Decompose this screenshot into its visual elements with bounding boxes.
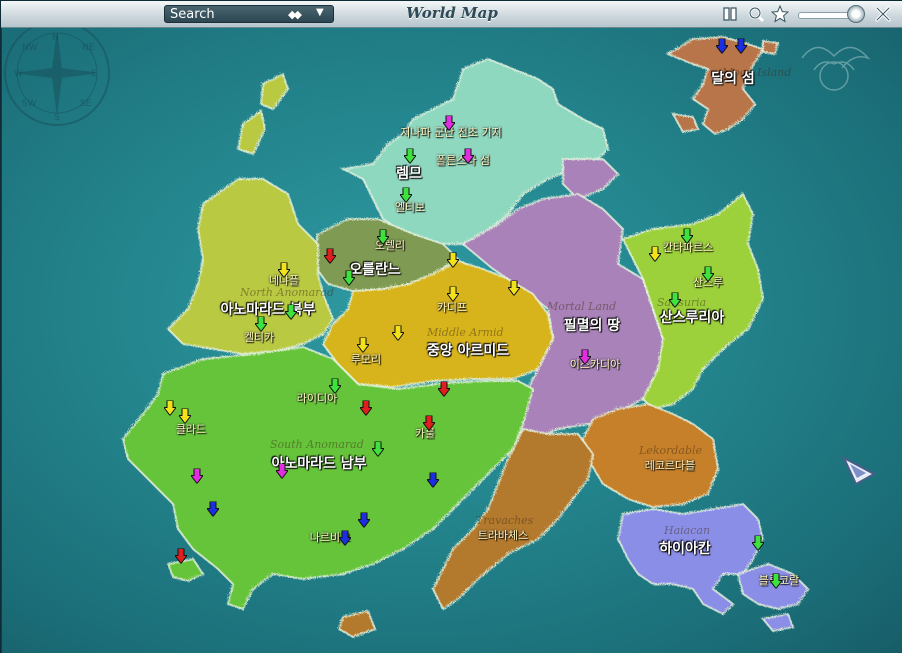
search-input[interactable]	[170, 7, 280, 22]
portal-arrow-icon[interactable]	[649, 246, 661, 262]
svg-text:Moon Island: Moon Island	[721, 66, 791, 79]
portal-arrow-icon[interactable]	[770, 573, 782, 589]
portal-arrow-icon[interactable]	[392, 325, 404, 341]
title-bar[interactable]: ◆◆ ▼ World Map	[1, 1, 902, 28]
portal-arrow-icon[interactable]	[438, 381, 450, 397]
svg-text:Lekordable: Lekordable	[638, 444, 703, 457]
svg-text:SE: SE	[80, 99, 92, 109]
world-map-canvas[interactable]: N NE E SE S SW W NW Moon Island North An…	[2, 28, 902, 653]
portal-arrow-icon[interactable]	[669, 292, 681, 308]
portal-arrow-icon[interactable]	[372, 441, 384, 457]
svg-text:NE: NE	[82, 43, 95, 53]
portal-arrow-icon[interactable]	[357, 337, 369, 353]
svg-text:South Anomarad: South Anomarad	[270, 438, 364, 451]
svg-text:Haiacan: Haiacan	[663, 524, 710, 537]
portal-arrow-icon[interactable]	[400, 187, 412, 203]
swap-arrows-icon[interactable]: ◆◆	[288, 8, 302, 21]
svg-text:SW: SW	[22, 99, 37, 109]
svg-text:S: S	[54, 113, 60, 123]
portal-arrow-icon[interactable]	[377, 229, 389, 245]
region-anomarad-north	[165, 177, 334, 355]
portal-arrow-icon[interactable]	[681, 228, 693, 244]
portal-arrow-icon[interactable]	[276, 463, 288, 479]
portal-arrow-icon[interactable]	[207, 501, 219, 517]
svg-text:Travaches: Travaches	[476, 514, 534, 527]
portal-arrow-icon[interactable]	[423, 415, 435, 431]
portal-arrow-icon[interactable]	[255, 316, 267, 332]
map-drag-handle-icon[interactable]	[842, 456, 876, 486]
zoom-slider-handle[interactable]	[847, 5, 865, 23]
svg-text:W: W	[14, 69, 23, 79]
star-icon[interactable]	[771, 5, 789, 23]
portal-arrow-icon[interactable]	[447, 252, 459, 268]
portal-arrow-icon[interactable]	[702, 266, 714, 282]
portal-arrow-icon[interactable]	[579, 349, 591, 365]
portal-arrow-icon[interactable]	[343, 270, 355, 286]
portal-arrow-icon[interactable]	[716, 38, 728, 54]
portal-arrow-icon[interactable]	[508, 280, 520, 296]
chevron-down-icon[interactable]: ▼	[316, 7, 324, 18]
svg-text:Middle Armid: Middle Armid	[426, 326, 504, 339]
portal-arrow-icon[interactable]	[360, 400, 372, 416]
portal-arrow-icon[interactable]	[329, 378, 341, 394]
world-map-window: ◆◆ ▼ World Map	[0, 0, 902, 653]
search-box[interactable]: ◆◆ ▼	[164, 5, 334, 23]
svg-text:N: N	[52, 33, 59, 43]
portal-arrow-icon[interactable]	[447, 286, 459, 302]
svg-text:North Anomarad: North Anomarad	[239, 286, 334, 299]
portal-arrow-icon[interactable]	[179, 408, 191, 424]
svg-text:Sansuria: Sansuria	[657, 296, 706, 309]
book-icon[interactable]	[721, 5, 739, 23]
portal-arrow-icon[interactable]	[752, 535, 764, 551]
portal-arrow-icon[interactable]	[175, 548, 187, 564]
portal-arrow-icon[interactable]	[462, 148, 474, 164]
svg-text:Mortal Land: Mortal Land	[546, 300, 616, 313]
svg-text:E: E	[91, 69, 97, 79]
portal-arrow-icon[interactable]	[278, 262, 290, 278]
portal-arrow-icon[interactable]	[285, 304, 297, 320]
portal-arrow-icon[interactable]	[164, 400, 176, 416]
portal-arrow-icon[interactable]	[443, 115, 455, 131]
portal-arrow-icon[interactable]	[324, 248, 336, 264]
portal-arrow-icon[interactable]	[427, 472, 439, 488]
watermark-logo	[801, 46, 871, 91]
close-icon[interactable]	[874, 5, 892, 23]
window-title: World Map	[406, 4, 498, 22]
portal-arrow-icon[interactable]	[735, 38, 747, 54]
search-icon[interactable]	[747, 5, 765, 23]
portal-arrow-icon[interactable]	[191, 468, 203, 484]
portal-arrow-icon[interactable]	[339, 530, 351, 546]
svg-text:NW: NW	[22, 43, 38, 53]
portal-arrow-icon[interactable]	[404, 148, 416, 164]
region-haiakan	[615, 501, 764, 615]
portal-arrow-icon[interactable]	[358, 512, 370, 528]
